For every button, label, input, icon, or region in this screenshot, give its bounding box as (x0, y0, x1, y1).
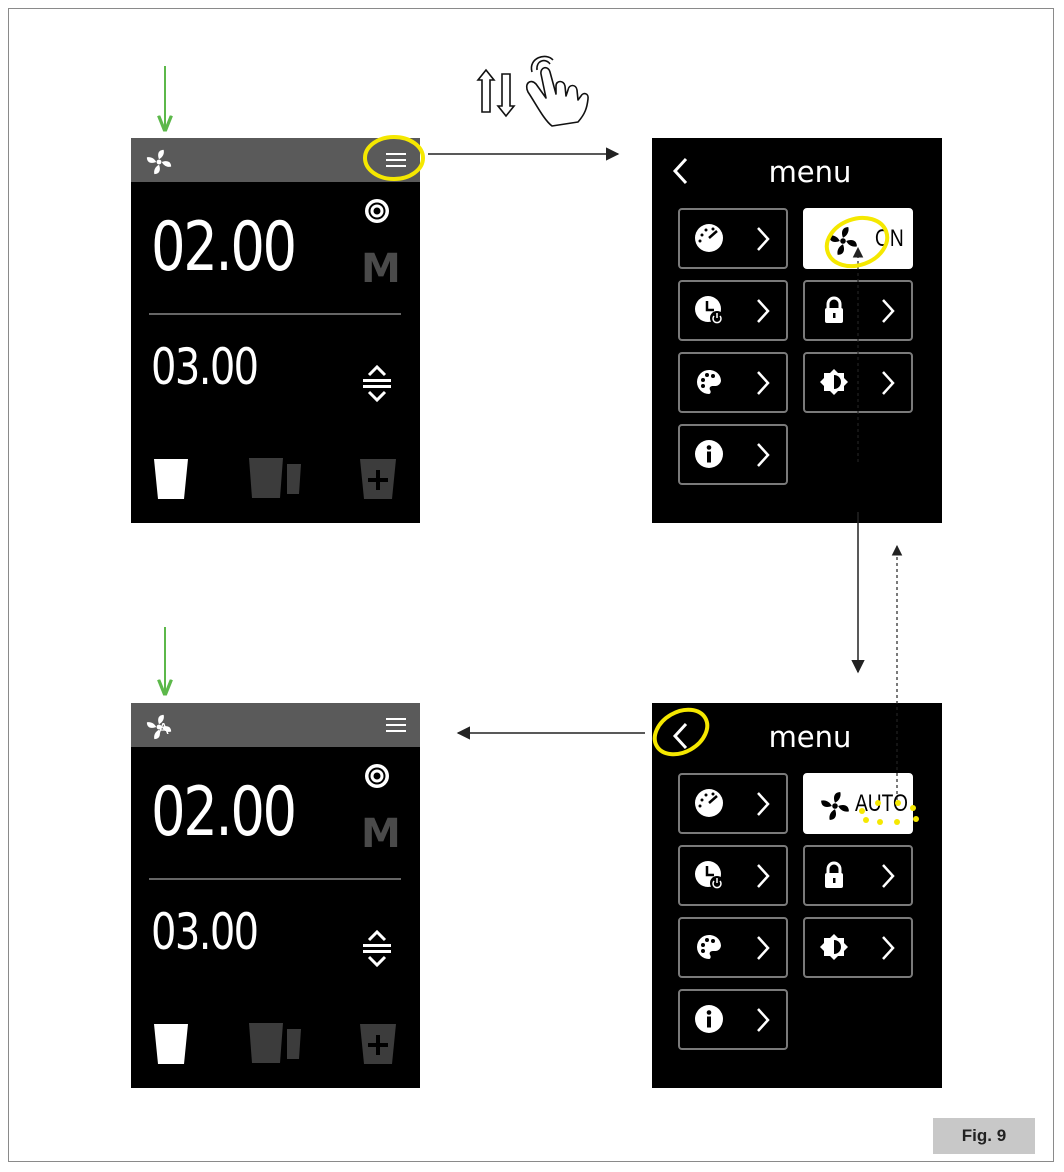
highlight-back-button (652, 707, 710, 757)
diagram-overlay (0, 55, 919, 825)
figure-label: Fig. 9 (933, 1118, 1035, 1154)
highlight-fan-tile (824, 215, 890, 269)
swipe-updown-icon (476, 68, 516, 118)
highlight-menu-button (363, 135, 425, 181)
blinking-dots (859, 800, 919, 825)
touch-hand-icon (525, 55, 589, 127)
